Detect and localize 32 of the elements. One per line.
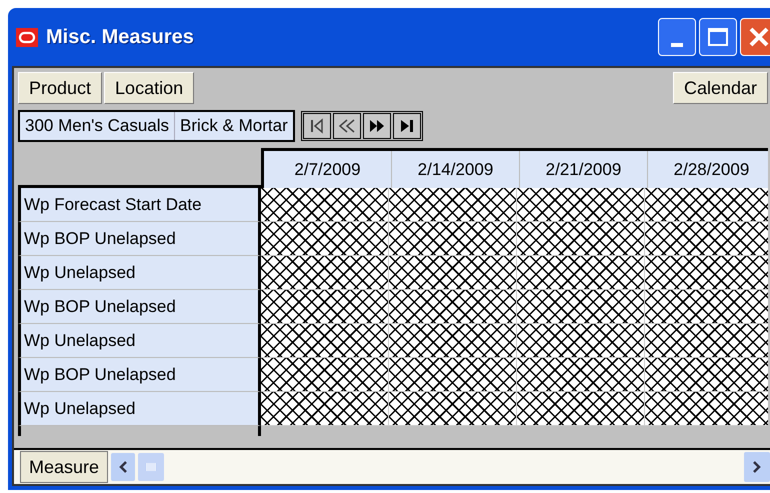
fast-forward-icon bbox=[368, 118, 386, 134]
close-button[interactable] bbox=[740, 18, 770, 56]
row-header: Wp BOP Unelapsed bbox=[18, 222, 261, 256]
context-label: Brick & Mortar bbox=[174, 112, 293, 140]
row-header: Wp Unelapsed bbox=[18, 392, 261, 426]
row-header: Wp Unelapsed bbox=[18, 324, 261, 358]
scrollbar-thumb[interactable] bbox=[138, 453, 164, 481]
scroll-left-button[interactable] bbox=[111, 453, 136, 481]
context-label: 300 Men's Casuals bbox=[24, 115, 170, 137]
row-header: Wp Unelapsed bbox=[18, 256, 261, 290]
previous-page-button[interactable] bbox=[332, 113, 361, 139]
next-page-button[interactable] bbox=[362, 113, 391, 139]
row-header: Wp BOP Unelapsed bbox=[18, 358, 261, 392]
row-header: Wp Forecast Start Date bbox=[18, 188, 261, 222]
last-page-icon bbox=[398, 118, 415, 134]
calendar-button[interactable]: Calendar bbox=[672, 72, 768, 104]
dimension-button[interactable]: Location bbox=[104, 72, 194, 104]
close-icon bbox=[748, 26, 770, 48]
row-header: Wp BOP Unelapsed bbox=[18, 290, 261, 324]
app-logo-icon bbox=[16, 28, 38, 46]
chevron-left-icon bbox=[118, 460, 128, 474]
double-left-chevron-icon bbox=[338, 118, 356, 134]
first-page-button[interactable] bbox=[302, 113, 331, 139]
last-page-button[interactable] bbox=[392, 113, 421, 139]
minimize-button[interactable] bbox=[658, 18, 696, 56]
maximize-button[interactable] bbox=[699, 18, 737, 56]
first-page-icon bbox=[308, 118, 325, 134]
dimension-button[interactable]: Product bbox=[18, 72, 102, 104]
measure-button[interactable]: Measure bbox=[20, 451, 108, 483]
chevron-right-icon bbox=[752, 460, 762, 474]
window-title: Misc. Measures bbox=[46, 25, 194, 50]
scroll-right-button[interactable] bbox=[744, 452, 770, 482]
